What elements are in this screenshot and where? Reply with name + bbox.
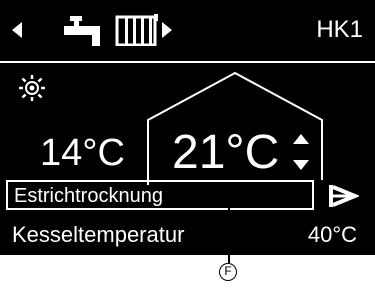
program-field[interactable]: Estrichtrocknung — [6, 180, 314, 210]
outside-temperature: 14°C — [40, 132, 125, 174]
boiler-temperature-label: Kesseltemperatur — [12, 222, 185, 247]
header-bar: HK1 — [0, 0, 375, 60]
room-temperature-setpoint[interactable]: 21°C — [172, 126, 279, 180]
heating-circuit-label: HK1 — [316, 16, 363, 43]
up-down-arrows-icon[interactable] — [290, 130, 312, 174]
operating-mode-icon — [329, 185, 359, 207]
boiler-temperature-value: 40°C — [307, 222, 357, 247]
callout-leader-line — [228, 197, 230, 263]
arrow-right-icon[interactable] — [162, 22, 172, 38]
program-label: Estrichtrocknung — [14, 185, 163, 207]
sun-icon — [19, 75, 45, 101]
callout-marker: F — [219, 263, 237, 281]
display-screen: HK1 14°C 21°C Estrichtrocknung Kesseltem… — [0, 0, 375, 255]
water-tap-icon — [64, 16, 100, 46]
radiator-icon — [115, 14, 158, 46]
arrow-left-icon[interactable] — [12, 22, 22, 38]
header-divider — [0, 61, 375, 63]
